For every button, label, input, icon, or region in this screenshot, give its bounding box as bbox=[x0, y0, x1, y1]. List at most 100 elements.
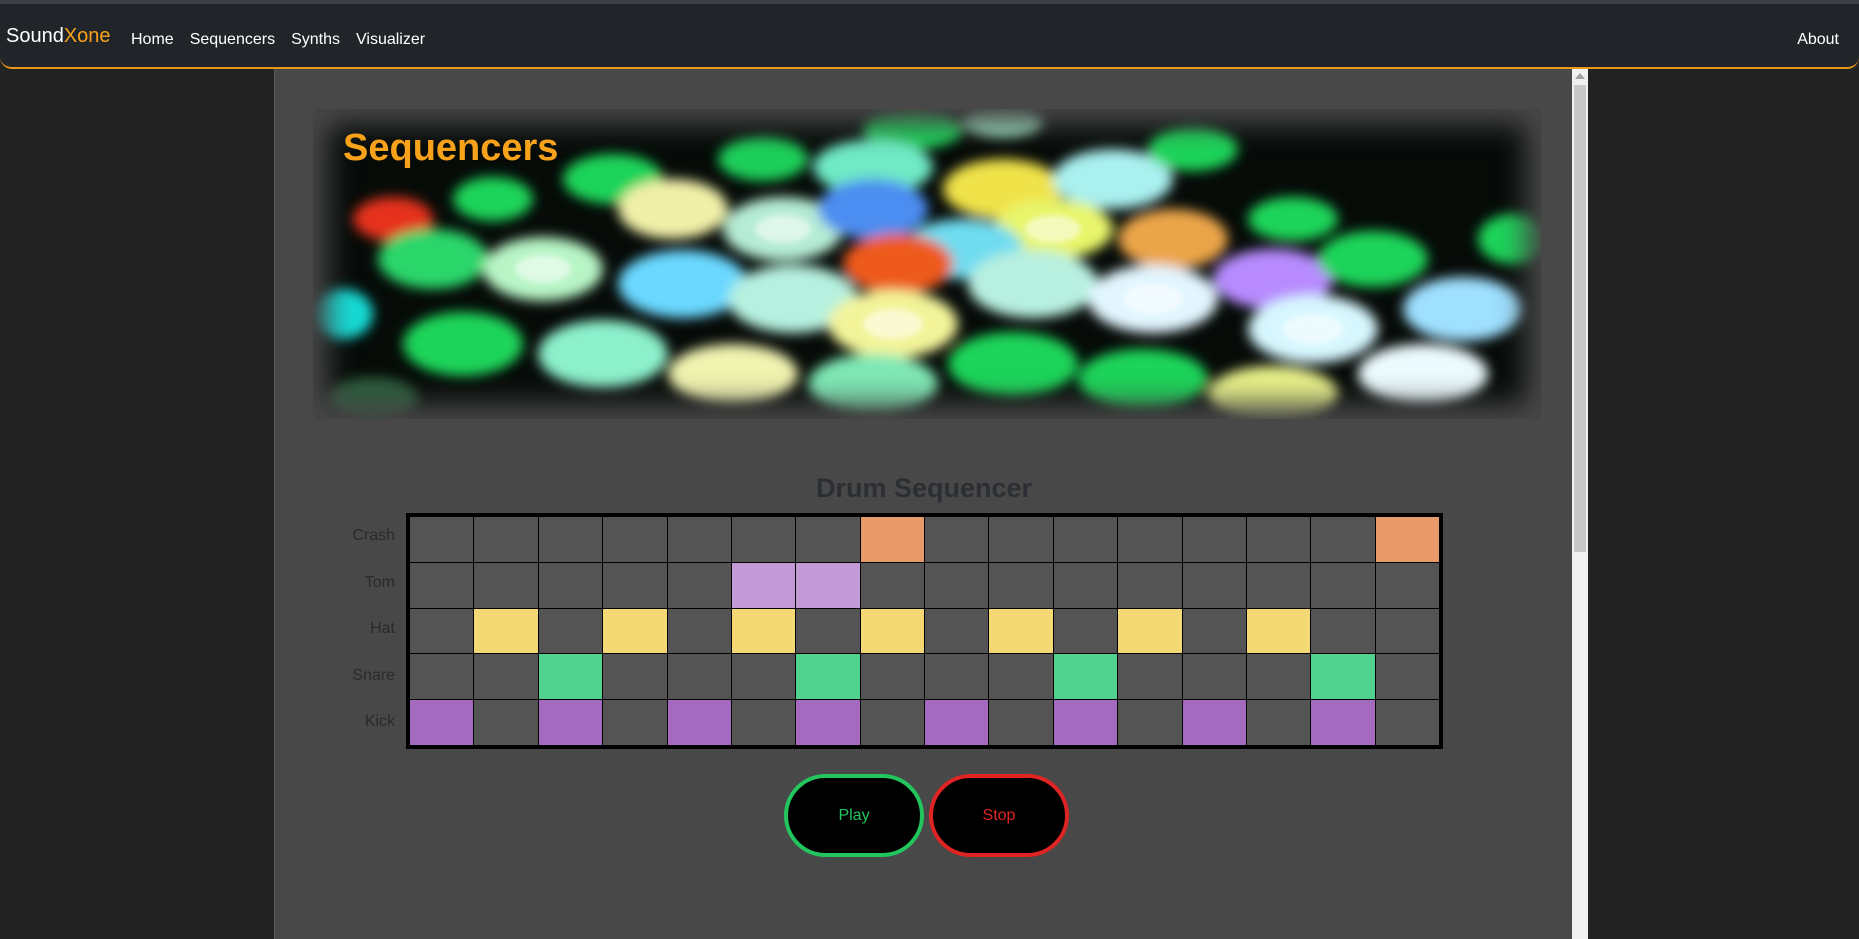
step-cell-tom-4[interactable] bbox=[603, 562, 667, 608]
scroll-up-arrow-icon[interactable] bbox=[1575, 73, 1585, 79]
step-cell-tom-9[interactable] bbox=[925, 562, 989, 608]
step-cell-snare-1[interactable] bbox=[410, 654, 474, 700]
step-cell-tom-7[interactable] bbox=[796, 562, 860, 608]
step-cell-kick-6[interactable] bbox=[731, 700, 796, 745]
step-cell-kick-13[interactable] bbox=[1182, 700, 1246, 745]
step-cell-snare-11[interactable] bbox=[1053, 654, 1118, 700]
page-title: Sequencers bbox=[343, 127, 559, 169]
step-cell-kick-8[interactable] bbox=[860, 700, 924, 745]
step-cell-kick-9[interactable] bbox=[925, 700, 989, 745]
step-cell-kick-14[interactable] bbox=[1246, 700, 1311, 745]
step-cell-snare-13[interactable] bbox=[1182, 654, 1246, 700]
step-cell-hat-7[interactable] bbox=[796, 608, 860, 654]
step-cell-kick-12[interactable] bbox=[1118, 700, 1182, 745]
main-content: Sequencers Drum Sequencer Crash Tom Hat … bbox=[274, 69, 1572, 939]
nav-link-visualizer[interactable]: Visualizer bbox=[356, 31, 425, 49]
step-cell-tom-5[interactable] bbox=[667, 562, 731, 608]
step-cell-tom-14[interactable] bbox=[1246, 562, 1311, 608]
step-cell-kick-15[interactable] bbox=[1311, 700, 1375, 745]
sequencer-grid bbox=[406, 513, 1443, 749]
step-cell-tom-11[interactable] bbox=[1053, 562, 1118, 608]
step-cell-crash-11[interactable] bbox=[1053, 517, 1118, 562]
row-label-tom: Tom bbox=[364, 573, 395, 591]
step-cell-hat-4[interactable] bbox=[603, 608, 667, 654]
step-cell-hat-1[interactable] bbox=[410, 608, 474, 654]
step-cell-crash-16[interactable] bbox=[1375, 517, 1439, 562]
step-cell-snare-4[interactable] bbox=[603, 654, 667, 700]
step-cell-hat-14[interactable] bbox=[1246, 608, 1311, 654]
step-cell-tom-2[interactable] bbox=[474, 562, 538, 608]
nav-link-sequencers[interactable]: Sequencers bbox=[190, 31, 275, 49]
step-cell-tom-15[interactable] bbox=[1311, 562, 1375, 608]
step-cell-hat-5[interactable] bbox=[667, 608, 731, 654]
nav-link-about[interactable]: About bbox=[1797, 31, 1839, 49]
step-cell-snare-16[interactable] bbox=[1375, 654, 1439, 700]
play-button[interactable]: Play bbox=[784, 774, 924, 857]
step-cell-crash-6[interactable] bbox=[731, 517, 796, 562]
step-cell-tom-10[interactable] bbox=[989, 562, 1053, 608]
step-cell-snare-9[interactable] bbox=[925, 654, 989, 700]
nav-links: Home Sequencers Synths Visualizer bbox=[131, 31, 425, 49]
step-cell-kick-1[interactable] bbox=[410, 700, 474, 745]
step-cell-tom-8[interactable] bbox=[860, 562, 924, 608]
step-cell-kick-3[interactable] bbox=[538, 700, 603, 745]
step-cell-snare-3[interactable] bbox=[538, 654, 603, 700]
step-cell-hat-15[interactable] bbox=[1311, 608, 1375, 654]
step-cell-kick-16[interactable] bbox=[1375, 700, 1439, 745]
nav-link-home[interactable]: Home bbox=[131, 31, 174, 49]
step-cell-hat-16[interactable] bbox=[1375, 608, 1439, 654]
step-cell-hat-12[interactable] bbox=[1118, 608, 1182, 654]
scrollbar-thumb[interactable] bbox=[1574, 85, 1586, 552]
step-cell-hat-6[interactable] bbox=[731, 608, 796, 654]
brand-logo[interactable]: SoundXone bbox=[6, 25, 111, 48]
step-cell-hat-3[interactable] bbox=[538, 608, 603, 654]
step-cell-crash-1[interactable] bbox=[410, 517, 474, 562]
step-cell-hat-8[interactable] bbox=[860, 608, 924, 654]
step-cell-hat-11[interactable] bbox=[1053, 608, 1118, 654]
step-cell-kick-2[interactable] bbox=[474, 700, 538, 745]
step-cell-crash-9[interactable] bbox=[925, 517, 989, 562]
hero-banner: Sequencers bbox=[313, 109, 1541, 419]
row-label-hat: Hat bbox=[370, 620, 395, 638]
step-cell-tom-13[interactable] bbox=[1182, 562, 1246, 608]
sequencer-title: Drum Sequencer bbox=[815, 473, 1033, 503]
step-cell-hat-13[interactable] bbox=[1182, 608, 1246, 654]
step-cell-hat-9[interactable] bbox=[925, 608, 989, 654]
scrollbar[interactable] bbox=[1572, 69, 1588, 939]
step-cell-kick-10[interactable] bbox=[989, 700, 1053, 745]
nav-link-synths[interactable]: Synths bbox=[291, 31, 340, 49]
step-cell-hat-2[interactable] bbox=[474, 608, 538, 654]
step-cell-crash-15[interactable] bbox=[1311, 517, 1375, 562]
step-cell-kick-11[interactable] bbox=[1053, 700, 1118, 745]
step-cell-snare-8[interactable] bbox=[860, 654, 924, 700]
step-cell-crash-4[interactable] bbox=[603, 517, 667, 562]
step-cell-snare-10[interactable] bbox=[989, 654, 1053, 700]
step-cell-tom-1[interactable] bbox=[410, 562, 474, 608]
step-cell-hat-10[interactable] bbox=[989, 608, 1053, 654]
step-cell-crash-3[interactable] bbox=[538, 517, 603, 562]
stop-button[interactable]: Stop bbox=[929, 774, 1069, 857]
step-cell-tom-16[interactable] bbox=[1375, 562, 1439, 608]
step-cell-crash-10[interactable] bbox=[989, 517, 1053, 562]
step-cell-crash-7[interactable] bbox=[796, 517, 860, 562]
step-cell-crash-12[interactable] bbox=[1118, 517, 1182, 562]
step-cell-snare-6[interactable] bbox=[731, 654, 796, 700]
step-cell-kick-4[interactable] bbox=[603, 700, 667, 745]
step-cell-tom-3[interactable] bbox=[538, 562, 603, 608]
step-cell-snare-12[interactable] bbox=[1118, 654, 1182, 700]
step-cell-snare-2[interactable] bbox=[474, 654, 538, 700]
step-cell-crash-13[interactable] bbox=[1182, 517, 1246, 562]
step-cell-crash-14[interactable] bbox=[1246, 517, 1311, 562]
step-cell-tom-6[interactable] bbox=[731, 562, 796, 608]
brand-sound: Sound bbox=[6, 25, 64, 47]
step-cell-tom-12[interactable] bbox=[1118, 562, 1182, 608]
step-cell-crash-5[interactable] bbox=[667, 517, 731, 562]
step-cell-kick-7[interactable] bbox=[796, 700, 860, 745]
step-cell-kick-5[interactable] bbox=[667, 700, 731, 745]
step-cell-snare-15[interactable] bbox=[1311, 654, 1375, 700]
step-cell-snare-14[interactable] bbox=[1246, 654, 1311, 700]
step-cell-snare-7[interactable] bbox=[796, 654, 860, 700]
step-cell-crash-2[interactable] bbox=[474, 517, 538, 562]
step-cell-crash-8[interactable] bbox=[860, 517, 924, 562]
step-cell-snare-5[interactable] bbox=[667, 654, 731, 700]
